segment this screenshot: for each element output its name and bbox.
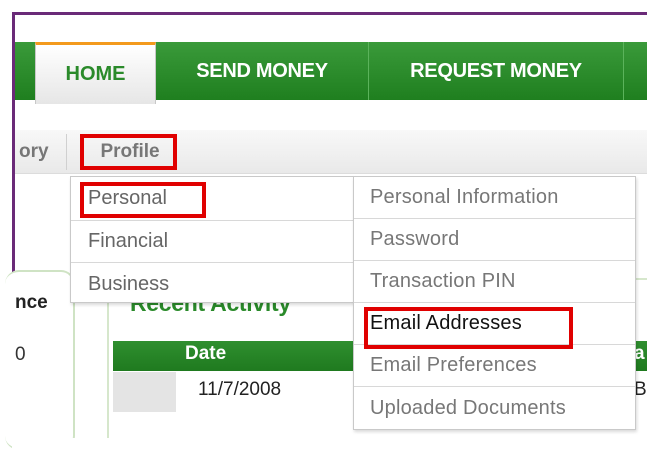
table-row-selector-cell: [113, 372, 176, 412]
table-cell-date: 11/7/2008: [198, 379, 282, 400]
highlight-box-personal: [80, 182, 206, 218]
submenu-item-transaction-pin[interactable]: Transaction PIN: [354, 261, 635, 303]
menu-item-financial[interactable]: Financial: [71, 221, 353, 263]
submenu-item-password[interactable]: Password: [354, 219, 635, 261]
tab-home[interactable]: HOME: [35, 42, 156, 104]
column-header-date[interactable]: Date: [185, 343, 226, 365]
tab-request-money[interactable]: REQUEST MONEY: [369, 42, 624, 100]
balance-label: nce: [15, 292, 48, 313]
tab-next-partial[interactable]: [624, 42, 647, 100]
highlight-box-email-addresses: [364, 307, 573, 349]
submenu-item-personal-information[interactable]: Personal Information: [354, 177, 635, 219]
subnav-divider: [66, 134, 67, 170]
subnav-item-history[interactable]: ory: [15, 130, 49, 174]
tab-send-money[interactable]: SEND MONEY: [156, 42, 369, 100]
submenu-item-uploaded-documents[interactable]: Uploaded Documents: [354, 387, 635, 429]
balance-value: 0: [15, 344, 26, 365]
menu-item-business[interactable]: Business: [71, 263, 353, 305]
screenshot-frame-bottom: [12, 438, 647, 449]
highlight-box-profile: [80, 134, 177, 170]
submenu-item-email-preferences[interactable]: Email Preferences: [354, 345, 635, 387]
